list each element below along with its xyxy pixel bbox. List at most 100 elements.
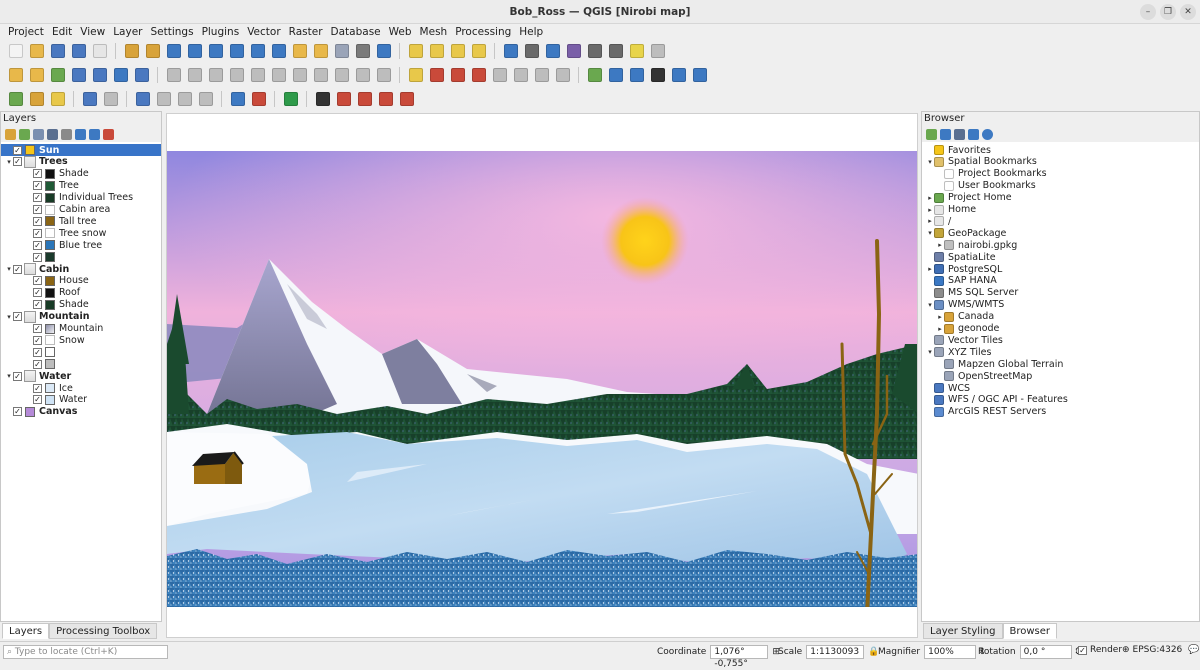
layer-visibility-checkbox[interactable]: ✓ xyxy=(33,300,42,310)
maximize-icon[interactable]: ❐ xyxy=(1160,4,1176,20)
crs-label[interactable]: EPSG:4326 xyxy=(1133,645,1183,655)
snap-vertex-button[interactable] xyxy=(101,90,120,108)
current-edits-button[interactable] xyxy=(185,66,204,84)
browser-item[interactable]: Favorites xyxy=(922,144,1199,156)
filter-expression-icon[interactable] xyxy=(61,128,72,140)
chevron-right-icon[interactable]: ▸ xyxy=(936,313,944,321)
layout-manager-button[interactable] xyxy=(90,42,109,60)
expand-all-icon[interactable] xyxy=(75,128,86,140)
undo-button[interactable] xyxy=(353,66,372,84)
layer-visibility-checkbox[interactable]: ✓ xyxy=(13,157,22,167)
menu-raster[interactable]: Raster xyxy=(285,26,327,38)
filter-browser-icon[interactable] xyxy=(954,128,965,140)
new-project-button[interactable] xyxy=(6,42,25,60)
layer-visibility-checkbox[interactable]: ✓ xyxy=(13,145,22,155)
layer-visibility-checkbox[interactable]: ✓ xyxy=(33,288,42,298)
browser-item[interactable]: OpenStreetMap xyxy=(922,370,1199,382)
browser-item[interactable]: ▸ / xyxy=(922,215,1199,227)
chevron-right-icon[interactable]: ▸ xyxy=(926,217,934,225)
save-edits-button[interactable] xyxy=(206,66,225,84)
chevron-down-icon[interactable]: ▾ xyxy=(926,229,934,237)
select-by-expression-button[interactable] xyxy=(469,42,488,60)
layer-visibility-checkbox[interactable]: ✓ xyxy=(33,335,42,345)
layer-visibility-checkbox[interactable]: ✓ xyxy=(33,181,42,191)
layer-item[interactable]: ✓ House xyxy=(1,275,161,287)
layer-item[interactable]: ✓ Shade xyxy=(1,299,161,311)
layer-item[interactable]: ✓ Ice xyxy=(1,382,161,394)
layer-visibility-checkbox[interactable]: ✓ xyxy=(33,276,42,286)
locator-input[interactable]: ⌕ Type to locate (Ctrl+K) xyxy=(3,645,168,659)
layer-visibility-checkbox[interactable]: ✓ xyxy=(33,228,42,238)
browser-item[interactable]: SAP HANA xyxy=(922,275,1199,287)
new-map-view-button[interactable] xyxy=(332,42,351,60)
menu-layer[interactable]: Layer xyxy=(109,26,146,38)
layer-visibility-checkbox[interactable]: ✓ xyxy=(33,252,42,262)
layer-visibility-checkbox[interactable]: ✓ xyxy=(33,347,42,357)
zoom-native-button[interactable] xyxy=(269,42,288,60)
vertex-tool-button[interactable] xyxy=(248,66,267,84)
tab-layer-styling[interactable]: Layer Styling xyxy=(923,623,1003,639)
map-tips-button[interactable] xyxy=(627,42,646,60)
measure-button[interactable] xyxy=(606,42,625,60)
attribute-table-button[interactable] xyxy=(522,42,541,60)
messages-icon[interactable]: 💬 xyxy=(1188,645,1199,655)
collapse-all-icon[interactable] xyxy=(968,128,979,140)
layer-item[interactable]: ✓ xyxy=(1,346,161,358)
layer-group[interactable]: ▾ ✓ Mountain xyxy=(1,310,161,323)
browser-item[interactable]: ▸ geonode xyxy=(922,323,1199,335)
browser-item[interactable]: ▸ Project Home xyxy=(922,192,1199,204)
zoom-layer-button[interactable] xyxy=(227,42,246,60)
copy-button[interactable] xyxy=(311,66,330,84)
chevron-down-icon[interactable]: ▾ xyxy=(926,158,934,166)
browser-item[interactable]: ▾ Spatial Bookmarks xyxy=(922,156,1199,168)
chevron-right-icon[interactable]: ▸ xyxy=(926,194,934,202)
layer-group[interactable]: ▾ ✓ Trees xyxy=(1,155,161,168)
rotation-field[interactable]: 0,0 ° xyxy=(1019,645,1072,659)
layer-item[interactable]: ✓ Sun xyxy=(1,144,161,156)
browser-item[interactable]: ▸ nairobi.gpkg xyxy=(922,239,1199,251)
add-feature-button[interactable] xyxy=(227,66,246,84)
tab-layers[interactable]: Layers xyxy=(2,623,50,639)
python-console-button[interactable] xyxy=(669,66,688,84)
layer-item[interactable]: ✓ Canvas xyxy=(1,406,161,418)
scale-field[interactable]: 1:1130093 xyxy=(806,645,865,659)
magnifier-field[interactable]: 100% xyxy=(924,645,977,659)
measure-line-button[interactable] xyxy=(249,90,268,108)
browser-item[interactable]: ▸ Home xyxy=(922,204,1199,216)
trace-button[interactable] xyxy=(376,90,395,108)
info-button[interactable] xyxy=(228,90,247,108)
add-wms-button[interactable] xyxy=(90,66,109,84)
coordinate-field[interactable]: 1,076° -0,755° xyxy=(710,645,769,669)
layer-item[interactable]: ✓ xyxy=(1,358,161,370)
browser-item[interactable]: ▾ XYZ Tiles xyxy=(922,346,1199,358)
cut-button[interactable] xyxy=(290,66,309,84)
browser-item[interactable]: Project Bookmarks xyxy=(922,168,1199,180)
layer-item[interactable]: ✓ Mountain xyxy=(1,323,161,335)
open-layer-styling-icon[interactable] xyxy=(5,128,16,140)
select-by-value-button[interactable] xyxy=(427,42,446,60)
label-pin-button[interactable] xyxy=(448,66,467,84)
manage-map-themes-icon[interactable] xyxy=(33,128,44,140)
snap-tool-button[interactable] xyxy=(80,90,99,108)
open-table-button[interactable] xyxy=(585,42,604,60)
pan-to-selection-button[interactable] xyxy=(143,42,162,60)
layer-visibility-checkbox[interactable]: ✓ xyxy=(33,193,42,203)
tab-processing-toolbox[interactable]: Processing Toolbox xyxy=(49,623,158,639)
zoom-next-button[interactable] xyxy=(311,42,330,60)
reshape-button[interactable] xyxy=(175,90,194,108)
identify-plugin-button[interactable] xyxy=(6,90,25,108)
browser-item[interactable]: Vector Tiles xyxy=(922,334,1199,346)
add-group-icon[interactable] xyxy=(19,128,30,140)
collapse-all-icon[interactable] xyxy=(89,128,100,140)
layer-item[interactable]: ✓ Roof xyxy=(1,287,161,299)
browser-item[interactable]: ArcGIS REST Servers xyxy=(922,406,1199,418)
layer-visibility-checkbox[interactable]: ✓ xyxy=(13,407,22,417)
browser-item[interactable]: MS SQL Server xyxy=(922,287,1199,299)
chevron-down-icon[interactable]: ▾ xyxy=(926,301,934,309)
clear-button[interactable] xyxy=(397,90,416,108)
layer-visibility-checkbox[interactable]: ✓ xyxy=(13,312,22,322)
label-show-button[interactable] xyxy=(469,66,488,84)
globe2-button[interactable] xyxy=(627,66,646,84)
menu-project[interactable]: Project xyxy=(4,26,48,38)
minimize-icon[interactable]: – xyxy=(1140,4,1156,20)
